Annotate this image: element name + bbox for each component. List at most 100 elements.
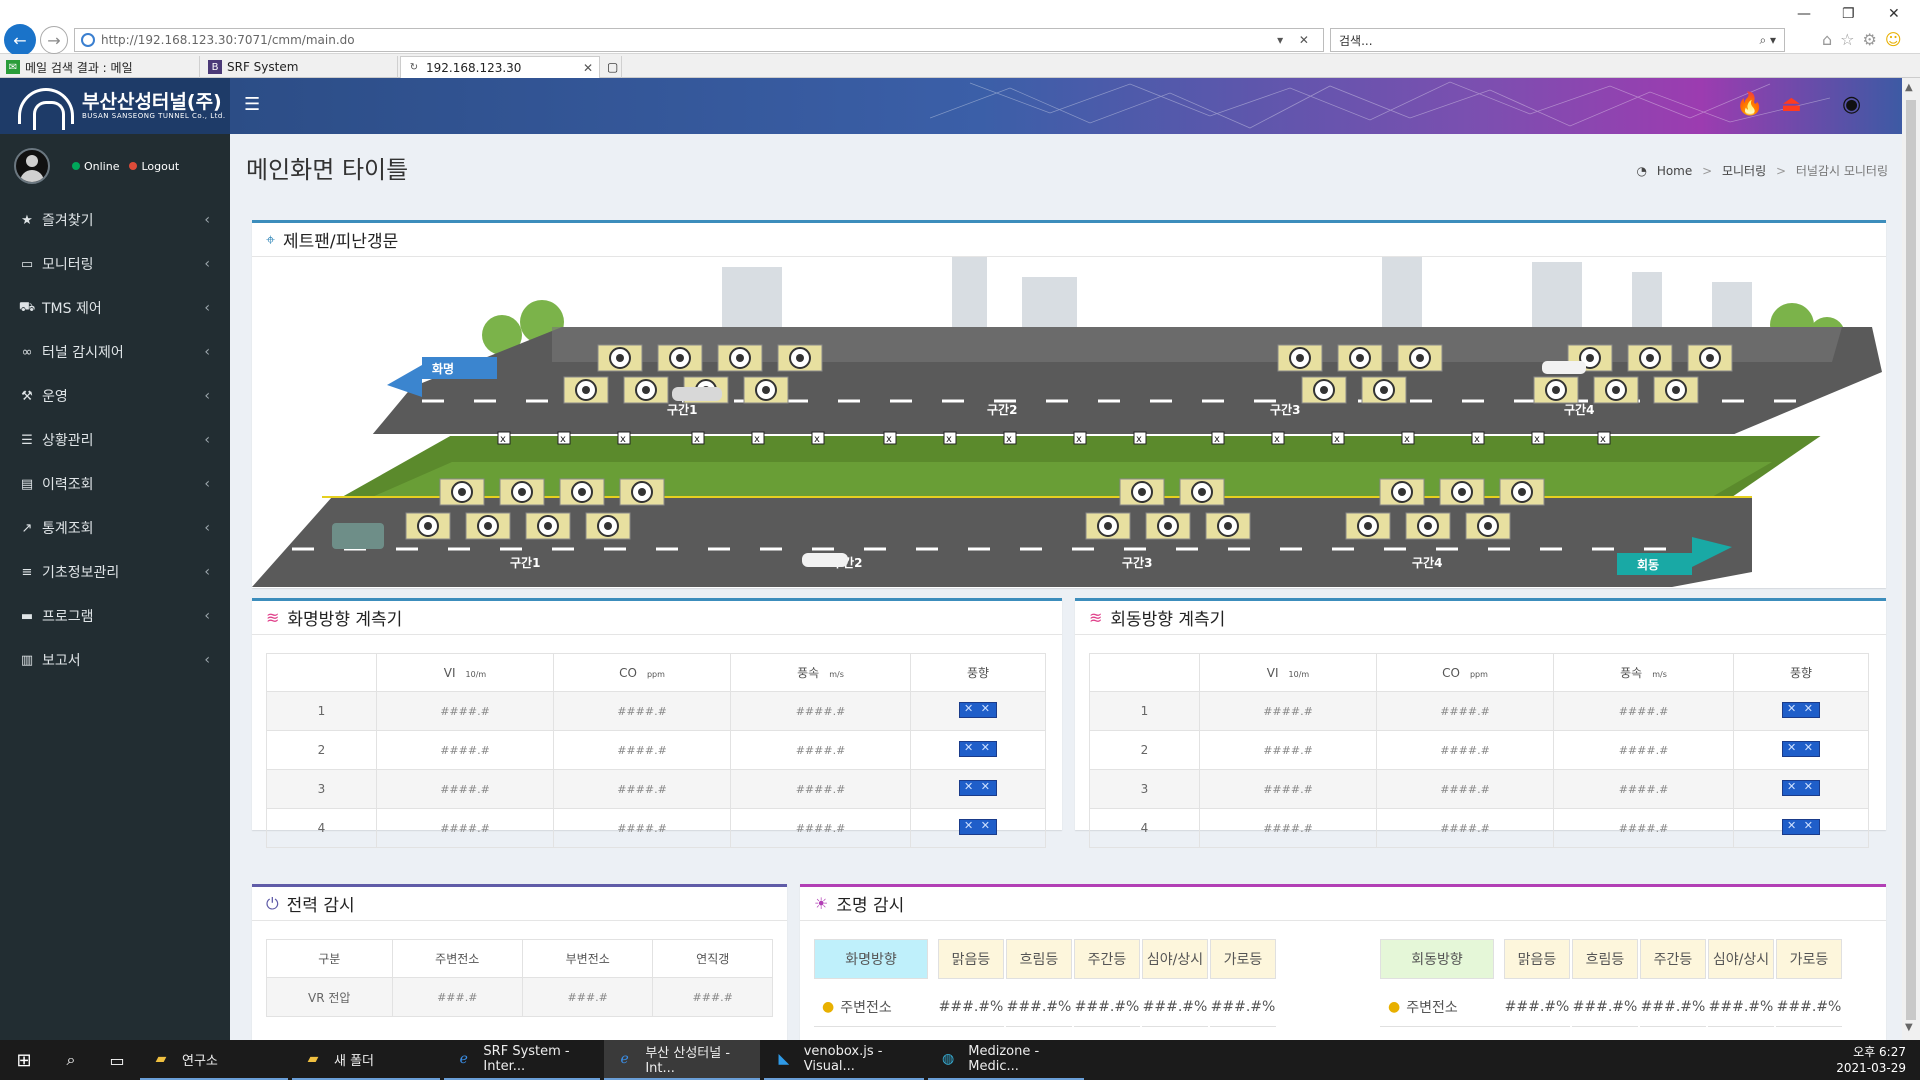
jet-fan-icon[interactable] <box>619 478 665 506</box>
breadcrumb-monitoring[interactable]: 모니터링 <box>1722 164 1766 178</box>
brand-logo[interactable]: 부산산성터널(주) BUSAN SANSEONG TUNNEL Co., Ltd… <box>0 78 230 134</box>
settings-gear-icon[interactable]: ⚙ <box>1863 30 1885 49</box>
evacuation-door-icon[interactable]: x <box>1133 431 1147 445</box>
jet-fan-icon[interactable] <box>1205 512 1251 540</box>
windows-start-button[interactable]: ⊞ <box>0 1040 48 1080</box>
jet-fan-icon[interactable] <box>585 512 631 540</box>
tab-active-page[interactable]: ↻ 192.168.123.30 ✕ <box>400 56 600 78</box>
jet-fan-icon[interactable] <box>777 344 823 372</box>
evacuation-door-icon[interactable]: x <box>1471 431 1485 445</box>
evacuation-door-icon[interactable]: x <box>1597 431 1611 445</box>
jet-fan-icon[interactable] <box>1337 344 1383 372</box>
evacuation-door-icon[interactable]: x <box>1271 431 1285 445</box>
minimize-button[interactable]: — <box>1797 6 1811 22</box>
evacuation-door-icon[interactable]: x <box>943 431 957 445</box>
back-button[interactable]: ← <box>4 24 36 56</box>
browser-toolbar-icons[interactable]: ⌂☆⚙☺ <box>1822 30 1910 49</box>
taskbar-clock[interactable]: 오후 6:27 2021-03-29 <box>1836 1044 1906 1076</box>
taskbar-app-new-folder[interactable]: ▰ 새 폴더 <box>292 1040 440 1080</box>
search-icon[interactable]: ⌕ <box>48 1040 94 1080</box>
jet-fan-icon[interactable] <box>1687 344 1733 372</box>
evacuation-door-icon[interactable]: x <box>883 431 897 445</box>
jet-fan-icon[interactable] <box>1179 478 1225 506</box>
evacuation-door-icon[interactable]: x <box>1003 431 1017 445</box>
jet-fan-icon[interactable] <box>1085 512 1131 540</box>
close-window-button[interactable]: ✕ <box>1888 6 1900 22</box>
hamburger-menu-icon[interactable]: ☰ <box>244 94 260 115</box>
jet-fan-icon[interactable] <box>1593 376 1639 404</box>
jet-fan-icon[interactable] <box>1119 478 1165 506</box>
jet-fan-icon[interactable] <box>623 376 669 404</box>
url-field[interactable]: http://192.168.123.30:7071/cmm/main.do ▾… <box>74 28 1324 52</box>
jet-fan-icon[interactable] <box>1499 478 1545 506</box>
taskbar-app-ie-tunnel[interactable]: ℯ 부산 산성터널 - Int... <box>604 1040 760 1080</box>
jet-fan-icon[interactable] <box>465 512 511 540</box>
page-scrollbar[interactable]: ▲ ▼ <box>1902 78 1920 1040</box>
jet-fan-icon[interactable] <box>1653 376 1699 404</box>
logout-link[interactable]: Logout <box>141 160 179 173</box>
jet-fan-icon[interactable] <box>717 344 763 372</box>
sidebar-item[interactable]: ▤ 이력조회 ‹ <box>0 462 230 506</box>
task-view-icon[interactable]: ▭ <box>94 1040 140 1080</box>
sidebar-item[interactable]: ≡ 기초정보관리 ‹ <box>0 550 230 594</box>
jet-fan-icon[interactable] <box>1345 512 1391 540</box>
taskbar-app-vscode[interactable]: ◣ venobox.js - Visual... <box>764 1040 924 1080</box>
sidebar-item[interactable]: ↗ 통계조회 ‹ <box>0 506 230 550</box>
search-field[interactable]: 검색... ⌕ ▾ <box>1330 28 1785 52</box>
jet-fan-icon[interactable] <box>1361 376 1407 404</box>
sidebar-item[interactable]: ▭ 모니터링 ‹ <box>0 242 230 286</box>
jet-fan-icon[interactable] <box>1379 478 1425 506</box>
siren-alarm-icon[interactable]: ⏏ <box>1781 92 1802 117</box>
jet-fan-icon[interactable] <box>405 512 451 540</box>
taskbar-app-edge[interactable]: ◍ Medizone - Medic... <box>928 1040 1084 1080</box>
jet-fan-icon[interactable] <box>525 512 571 540</box>
evacuation-door-icon[interactable]: x <box>1401 431 1415 445</box>
sidebar-item[interactable]: ⚒ 운영 ‹ <box>0 374 230 418</box>
sidebar-item[interactable]: ▬ 프로그램 ‹ <box>0 594 230 638</box>
scroll-up-icon[interactable]: ▲ <box>1905 82 1913 93</box>
jet-fan-icon[interactable] <box>743 376 789 404</box>
jet-fan-icon[interactable] <box>439 478 485 506</box>
jet-fan-icon[interactable] <box>1405 512 1451 540</box>
evacuation-door-icon[interactable]: x <box>691 431 705 445</box>
jet-fan-icon[interactable] <box>1533 376 1579 404</box>
new-tab-button[interactable]: ▢ <box>604 56 622 78</box>
tab-srf-system[interactable]: B SRF System <box>202 56 398 78</box>
jet-fan-icon[interactable] <box>1301 376 1347 404</box>
home-icon[interactable]: ⌂ <box>1822 30 1840 49</box>
favorites-star-icon[interactable]: ☆ <box>1840 30 1862 49</box>
jet-fan-icon[interactable] <box>559 478 605 506</box>
evacuation-door-icon[interactable]: x <box>1531 431 1545 445</box>
jet-fan-icon[interactable] <box>499 478 545 506</box>
fire-alarm-icon[interactable]: 🔥 <box>1736 92 1763 117</box>
scroll-thumb[interactable] <box>1906 100 1916 1020</box>
jet-fan-icon[interactable] <box>1465 512 1511 540</box>
url-controls[interactable]: ▾ ✕ <box>1277 33 1323 47</box>
jet-fan-icon[interactable] <box>1277 344 1323 372</box>
sidebar-item[interactable]: ▥ 보고서 ‹ <box>0 638 230 682</box>
evacuation-door-icon[interactable]: x <box>617 431 631 445</box>
user-account-icon[interactable]: ◉ <box>1842 92 1861 117</box>
close-tab-icon[interactable]: ✕ <box>583 61 599 75</box>
jet-fan-icon[interactable] <box>1627 344 1673 372</box>
taskbar-app-folder-lab[interactable]: ▰ 연구소 <box>140 1040 288 1080</box>
forward-button[interactable]: → <box>40 26 68 54</box>
sidebar-item[interactable]: ★ 즐겨찾기 ‹ <box>0 198 230 242</box>
breadcrumb-home[interactable]: Home <box>1657 164 1692 178</box>
sidebar-item[interactable]: ⛟ TMS 제어 ‹ <box>0 286 230 330</box>
sidebar-item[interactable]: ☰ 상황관리 ‹ <box>0 418 230 462</box>
smiley-icon[interactable]: ☺ <box>1885 30 1910 49</box>
evacuation-door-icon[interactable]: x <box>811 431 825 445</box>
jet-fan-icon[interactable] <box>597 344 643 372</box>
jet-fan-icon[interactable] <box>1145 512 1191 540</box>
tab-mail[interactable]: ✉ 메일 검색 결과 : 메일 <box>0 56 200 78</box>
sidebar-item[interactable]: ∞ 터널 감시제어 ‹ <box>0 330 230 374</box>
evacuation-door-icon[interactable]: x <box>497 431 511 445</box>
scroll-down-icon[interactable]: ▼ <box>1905 1022 1913 1033</box>
evacuation-door-icon[interactable]: x <box>557 431 571 445</box>
evacuation-door-icon[interactable]: x <box>1073 431 1087 445</box>
restore-button[interactable]: ❐ <box>1842 6 1855 22</box>
jet-fan-icon[interactable] <box>657 344 703 372</box>
search-icon[interactable]: ⌕ ▾ <box>1759 33 1784 48</box>
jet-fan-icon[interactable] <box>1439 478 1485 506</box>
